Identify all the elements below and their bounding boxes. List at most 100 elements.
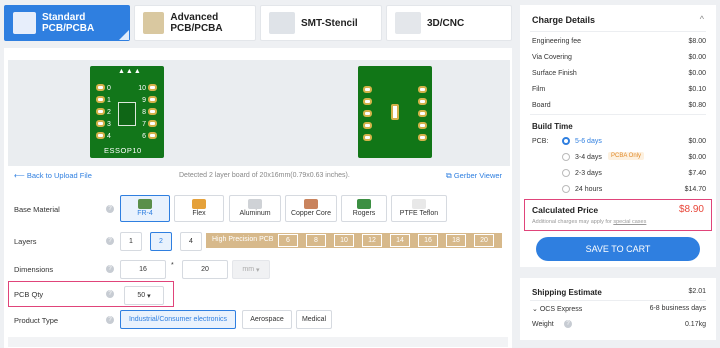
width-input[interactable]: 16: [120, 260, 166, 279]
layer-option-1[interactable]: 1: [120, 232, 142, 251]
tab-standard-pcb[interactable]: Standard PCB/PCBA: [4, 5, 130, 41]
product-type-medical[interactable]: Medical: [296, 310, 332, 329]
pad: [148, 108, 157, 115]
build-24h-value: $14.70: [684, 186, 706, 193]
build-5-6-value: $0.00: [688, 138, 706, 145]
material-rogers[interactable]: Rogers: [341, 195, 387, 222]
shipping-estimate-panel: Shipping Estimate $2.01 ⌄ OCS Express 6-…: [520, 278, 716, 340]
pad: [96, 84, 105, 91]
order-form-panel: ▲▲▲ 0 1 2 3 4 10 9 8 7 6 ESSOP10 ⟵ Back …: [4, 48, 512, 348]
weight-value: 0.17kg: [684, 321, 706, 328]
charge-details-panel: Charge Details ^ Engineering fee $8.00 V…: [520, 5, 716, 267]
hp-layer-option[interactable]: 8: [306, 234, 326, 247]
product-type-aerospace[interactable]: Aerospace: [242, 310, 292, 329]
material-aluminum[interactable]: Aluminum: [229, 195, 281, 222]
chip-footprint: [118, 102, 136, 126]
build-2-3-label[interactable]: 2-3 days: [575, 170, 602, 177]
pcb-bottom-view: [358, 66, 432, 158]
pad: [418, 110, 427, 117]
save-to-cart-button[interactable]: SAVE TO CART: [536, 237, 700, 261]
engineering-fee-value: $8.00: [688, 38, 706, 45]
material-ptfe-teflon[interactable]: PTFE Teflon: [391, 195, 447, 222]
pin-labels-left: 0 1 2 3 4: [107, 83, 111, 143]
board-value: $0.80: [688, 102, 706, 109]
shipping-method[interactable]: ⌄ OCS Express: [532, 305, 582, 313]
tab-advanced-pcb[interactable]: Advanced PCB/PCBA: [134, 5, 256, 41]
help-icon[interactable]: ?: [564, 320, 572, 328]
pin-label: 3: [107, 121, 111, 128]
material-fr4[interactable]: FR-4: [120, 195, 170, 222]
gerber-viewer-label: Gerber Viewer: [453, 171, 503, 180]
high-precision-label: High Precision PCB: [212, 236, 274, 243]
layer-option-2[interactable]: 2: [150, 232, 172, 251]
back-to-upload-link[interactable]: ⟵ Back to Upload File: [14, 171, 92, 180]
pcb-label: PCB:: [532, 138, 549, 145]
price-note: Additional charges may apply for special…: [532, 219, 646, 225]
tab-smt-stencil[interactable]: SMT-Stencil: [260, 5, 382, 41]
pad: [363, 110, 372, 117]
help-icon[interactable]: ?: [106, 237, 114, 245]
stencil-icon: [269, 12, 295, 34]
charge-details-title: Charge Details: [532, 15, 596, 25]
rogers-swatch-icon: [357, 199, 371, 209]
tab-label: Advanced PCB/PCBA: [170, 12, 223, 34]
product-type-label: Product Type: [14, 316, 59, 325]
detected-info: Detected 2 layer board of 20x16mm(0.79x0…: [179, 172, 350, 179]
build-3-4-label[interactable]: 3-4 days: [575, 154, 602, 161]
flex-swatch-icon: [192, 199, 206, 209]
pad: [148, 120, 157, 127]
build-5-6-radio[interactable]: [562, 137, 570, 145]
pad: [148, 132, 157, 139]
pin-label: 7: [142, 121, 146, 128]
special-cases-link[interactable]: special cases: [613, 219, 646, 225]
silk-label: ESSOP10: [104, 146, 142, 155]
shipping-method-label: OCS Express: [539, 306, 583, 313]
engineering-fee-label: Engineering fee: [532, 38, 582, 45]
hp-layer-option[interactable]: 14: [390, 234, 410, 247]
hp-layer-option[interactable]: 12: [362, 234, 382, 247]
cube-icon: [395, 12, 421, 34]
shipping-title: Shipping Estimate: [532, 288, 602, 297]
build-24h-radio[interactable]: [562, 185, 570, 193]
pcb-qty-select[interactable]: 50 ▾: [124, 286, 164, 305]
pad: [418, 86, 427, 93]
help-icon[interactable]: ?: [106, 265, 114, 273]
hp-layer-option[interactable]: 6: [278, 234, 298, 247]
aluminum-swatch-icon: [248, 199, 262, 209]
product-type-industrial[interactable]: Industrial/Consumer electronics: [120, 310, 236, 329]
build-5-6-label[interactable]: 5-6 days: [575, 138, 602, 145]
tab-3d-cnc[interactable]: 3D/CNC: [386, 5, 512, 41]
help-icon[interactable]: ?: [106, 290, 114, 298]
build-24h-label[interactable]: 24 hours: [575, 186, 602, 193]
build-3-4-radio[interactable]: [562, 153, 570, 161]
height-input[interactable]: 20: [182, 260, 228, 279]
help-icon[interactable]: ?: [106, 205, 114, 213]
gerber-viewer-link[interactable]: ⧉ Gerber Viewer: [446, 171, 502, 181]
viewer-icon: ⧉: [446, 171, 452, 180]
pad: [363, 122, 372, 129]
pin-label: 0: [107, 85, 111, 92]
material-copper-core[interactable]: Copper Core: [285, 195, 337, 222]
hp-layer-option[interactable]: 10: [334, 234, 354, 247]
collapse-chevron-icon[interactable]: ^: [700, 14, 704, 24]
hp-layer-option[interactable]: 20: [474, 234, 494, 247]
hp-layer-option[interactable]: 16: [418, 234, 438, 247]
unit-select[interactable]: mm ▾: [232, 260, 270, 279]
material-label: PTFE Teflon: [399, 210, 439, 217]
tab-selected-corner: [119, 30, 129, 40]
help-icon[interactable]: ?: [106, 316, 114, 324]
material-flex[interactable]: Flex: [174, 195, 224, 222]
tab-label: 3D/CNC: [427, 17, 465, 29]
material-label: FR-4: [137, 210, 153, 217]
hp-layer-option[interactable]: 18: [446, 234, 466, 247]
pin-labels-right: 10 9 8 7 6: [136, 83, 146, 143]
build-2-3-radio[interactable]: [562, 169, 570, 177]
arrow-left-icon: ⟵: [14, 171, 25, 180]
divider: [530, 300, 706, 301]
base-material-label: Base Material: [14, 205, 60, 214]
film-label: Film: [532, 86, 546, 93]
pad: [148, 84, 157, 91]
divider: [530, 114, 706, 115]
layer-option-4[interactable]: 4: [180, 232, 202, 251]
material-label: Rogers: [352, 210, 376, 217]
